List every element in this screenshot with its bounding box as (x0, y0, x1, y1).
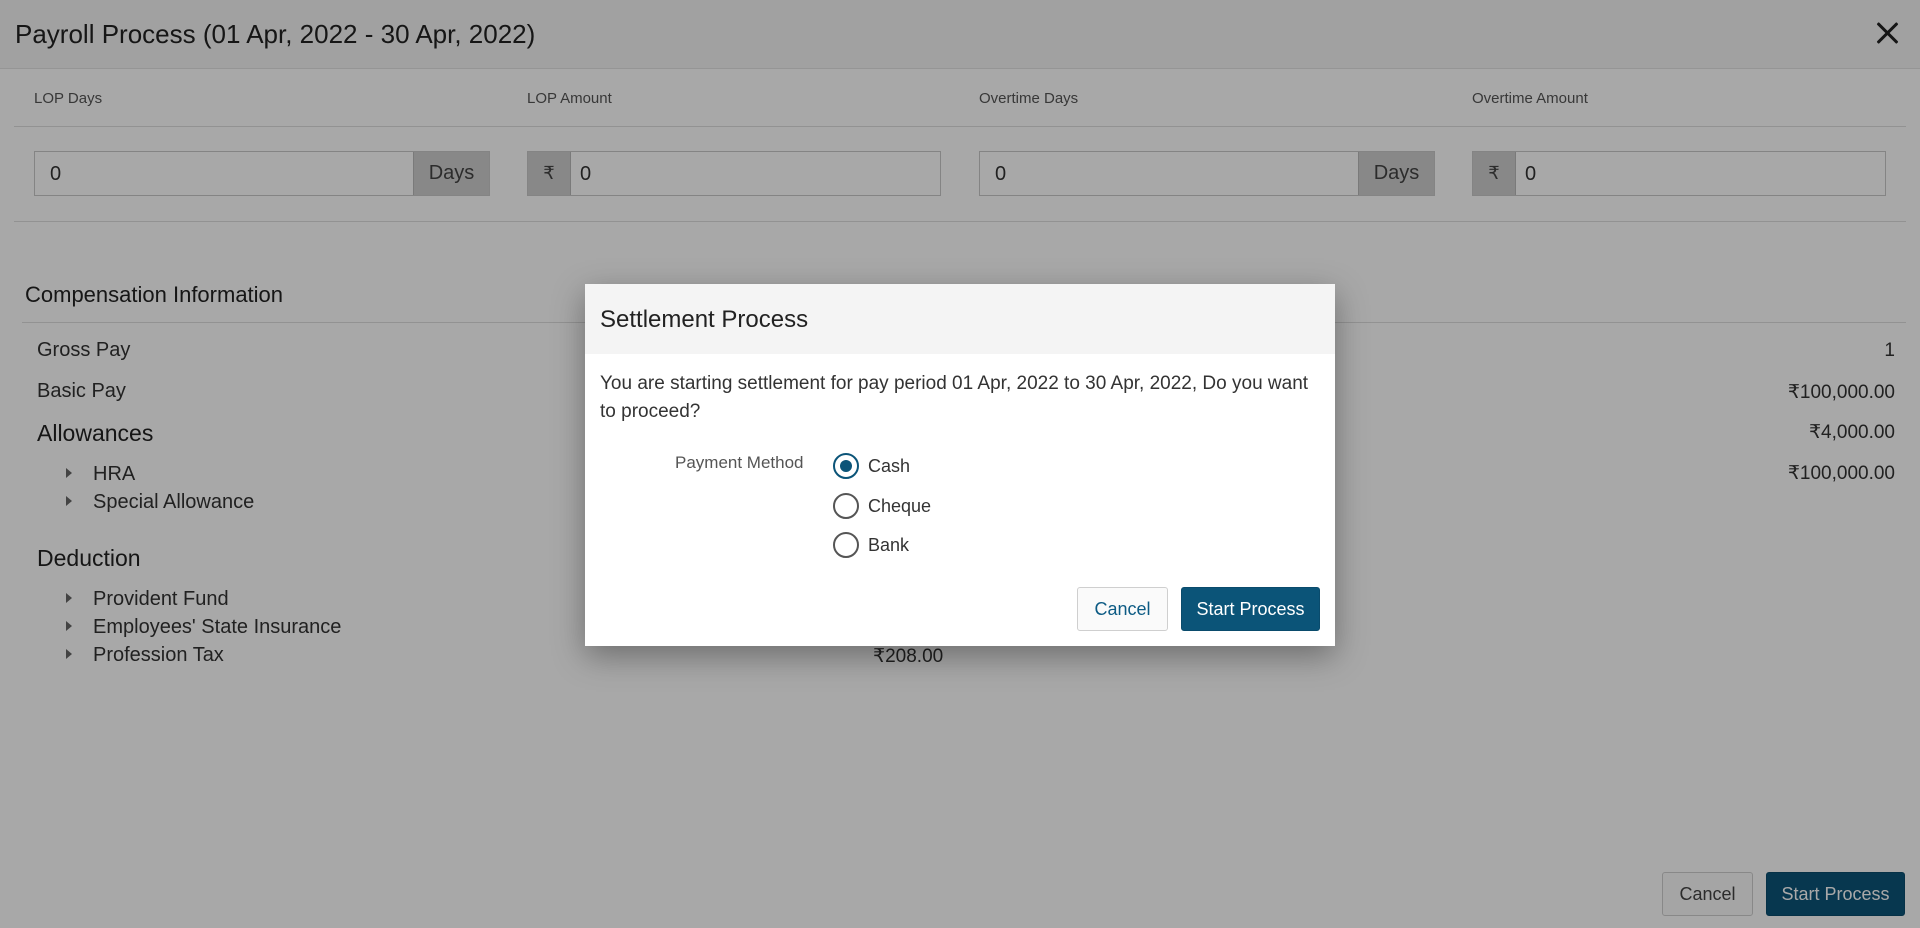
radio-cheque-label[interactable]: Cheque (868, 496, 931, 517)
dialog-message: You are starting settlement for pay peri… (600, 373, 1309, 422)
dialog-header: Settlement Process (585, 284, 1335, 354)
dialog-cancel-button[interactable]: Cancel (1077, 587, 1168, 631)
radio-cash-label[interactable]: Cash (868, 456, 910, 477)
radio-bank[interactable] (833, 532, 859, 558)
radio-cash[interactable] (833, 453, 859, 479)
radio-cheque[interactable] (833, 493, 859, 519)
settlement-dialog: Settlement Process You are starting sett… (585, 284, 1335, 646)
dialog-title: Settlement Process (600, 306, 809, 333)
dialog-start-process-button[interactable]: Start Process (1181, 587, 1320, 631)
radio-bank-label[interactable]: Bank (868, 535, 909, 556)
payment-method-label: Payment Method (675, 453, 804, 472)
